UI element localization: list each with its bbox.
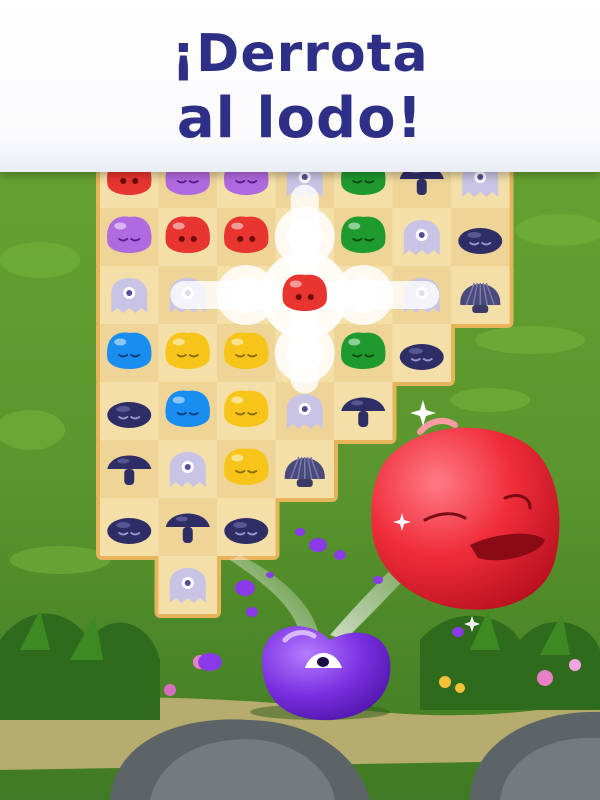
ghost-piece[interactable] <box>403 220 440 255</box>
yellow-jelly-piece[interactable] <box>224 390 269 427</box>
matched-red-jelly <box>282 274 327 311</box>
yellow-jelly-piece[interactable] <box>224 332 269 369</box>
blob-piece[interactable] <box>399 344 444 370</box>
blob-piece[interactable] <box>458 228 503 254</box>
ghost-piece[interactable] <box>111 278 148 313</box>
yellow-jelly-piece[interactable] <box>165 332 210 369</box>
blue-jelly-piece[interactable] <box>107 332 152 369</box>
headline-line-2: al lodo! <box>176 86 424 151</box>
ghost-piece[interactable] <box>169 452 206 487</box>
purple-jelly-piece[interactable] <box>107 216 152 253</box>
blob-piece[interactable] <box>224 518 269 544</box>
title-banner: ¡Derrota al lodo! <box>0 0 600 172</box>
green-jelly-piece[interactable] <box>341 216 386 253</box>
green-jelly-piece[interactable] <box>341 332 386 369</box>
blue-jelly-piece[interactable] <box>165 390 210 427</box>
ghost-piece[interactable] <box>286 394 323 429</box>
yellow-jelly-piece[interactable] <box>224 448 269 485</box>
headline-line-1: ¡Derrota <box>171 24 429 84</box>
red-jelly-piece[interactable] <box>165 216 210 253</box>
blob-piece[interactable] <box>107 402 152 428</box>
blob-piece[interactable] <box>107 518 152 544</box>
ghost-piece[interactable] <box>169 568 206 603</box>
red-jelly-piece[interactable] <box>224 216 269 253</box>
